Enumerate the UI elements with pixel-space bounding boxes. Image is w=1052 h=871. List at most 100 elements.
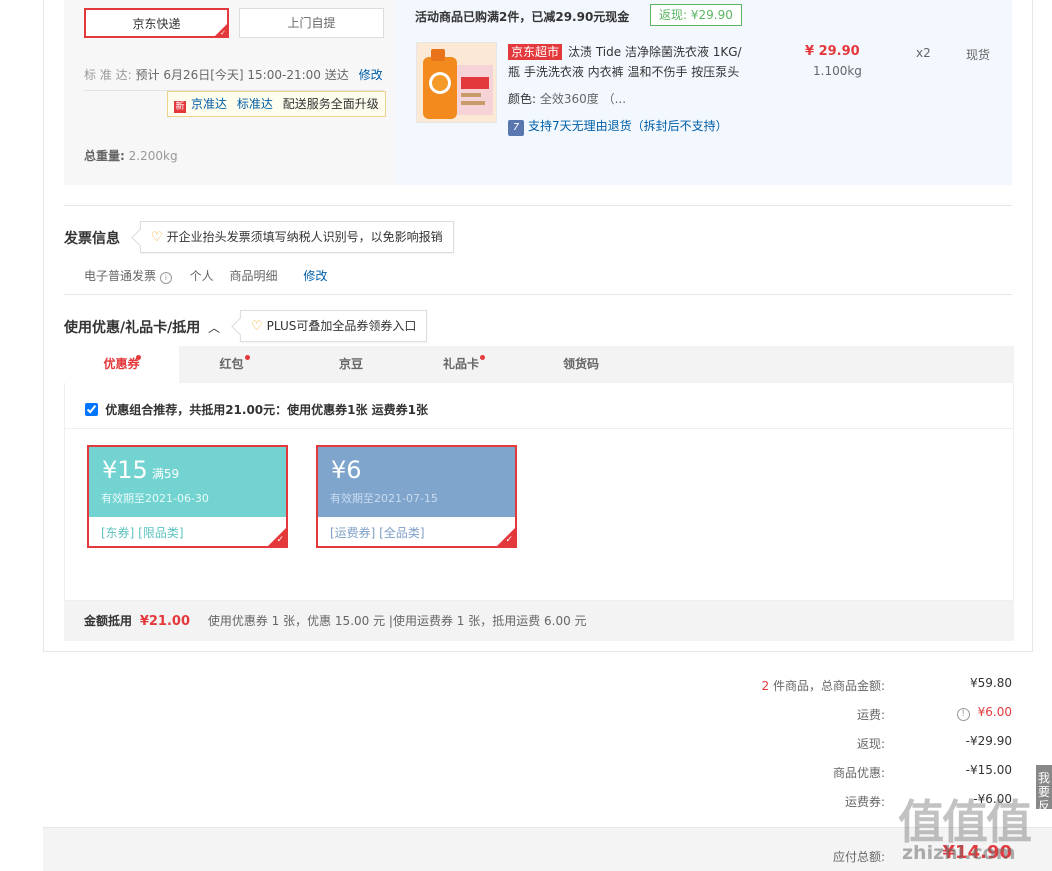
- coupon-valid: 有效期至2021-07-15: [330, 492, 438, 505]
- feedback-tab[interactable]: 我要反馈: [1036, 765, 1052, 827]
- tab-coupon[interactable]: 优惠券: [64, 346, 179, 383]
- store-tag: 京东超市: [508, 44, 563, 60]
- new-badge-icon: 新: [174, 101, 186, 113]
- coupon-amount-row: ¥15 满59: [102, 456, 179, 484]
- coupon-tags: [运费券] [全品类]: [330, 526, 425, 540]
- tab-gift-card[interactable]: 礼品卡: [406, 346, 516, 383]
- divider: [64, 294, 1012, 295]
- product-title-line1: 汰渍 Tide 洁净除菌洗衣液 1KG/: [568, 45, 742, 59]
- goods-count: 2: [761, 679, 770, 693]
- weight-value: 2.200kg: [128, 149, 178, 163]
- goods-amount: ¥59.80: [970, 676, 1012, 690]
- return-policy-text: 支持7天无理由退货（拆封后不支持）: [528, 119, 728, 133]
- plus-tip-text: PLUS可叠加全品券领券入口: [266, 319, 417, 333]
- info-icon[interactable]: !: [956, 708, 970, 721]
- coupon-condition: 满59: [151, 467, 180, 481]
- coupon-face: ¥15 满59 有效期至2021-06-30: [89, 447, 286, 517]
- tab-redeem-code[interactable]: 领货码: [526, 346, 636, 383]
- divider: [65, 428, 1013, 429]
- invoice-content: 商品明细: [229, 269, 278, 283]
- summary-label: 金额抵用: [84, 614, 133, 628]
- coupon-card[interactable]: ¥6 有效期至2021-07-15 [运费券] [全品类] ✓: [316, 445, 517, 548]
- new-dot: [245, 355, 250, 360]
- discount-tabs: 优惠券 红包 京豆 礼品卡 领货码: [64, 346, 1014, 383]
- tab-label: 优惠券: [103, 357, 140, 371]
- freight-coupon-label: 运费券:: [844, 795, 885, 809]
- discount-title[interactable]: 使用优惠/礼品卡/抵用 ︿: [64, 317, 220, 337]
- combo-text: 优惠组合推荐，共抵用21.00元：使用优惠券1张 运费券1张: [105, 403, 429, 417]
- freight-label: 运费:: [856, 708, 885, 722]
- discount-summary: 金额抵用 ¥21.00 使用优惠券 1 张，优惠 15.00 元 |使用运费券 …: [64, 601, 1014, 641]
- product-image-art: [417, 43, 496, 122]
- discount-title-text: 使用优惠/礼品卡/抵用: [64, 320, 201, 336]
- delivery-time-row: 标 准 达: 预计 6月26日[今天] 15:00-21:00 送达 修改: [84, 66, 383, 83]
- plus-tip[interactable]: ♡ PLUS可叠加全品券领券入口: [240, 310, 428, 342]
- promo-text: 活动商品已购满2件，已减29.90元现金: [415, 10, 630, 24]
- return-policy[interactable]: 7 支持7天无理由退货（拆封后不支持）: [508, 117, 728, 136]
- combo-checkbox[interactable]: [85, 403, 98, 416]
- product-color-label: 颜色:: [508, 92, 537, 106]
- invoice-tip-text: 开企业抬头发票须填写纳税人识别号，以免影响报销: [166, 230, 443, 244]
- delivery-type-label: 标 准 达:: [84, 68, 132, 82]
- info-icon[interactable]: i: [159, 272, 172, 284]
- summary-amount: ¥21.00: [139, 614, 191, 629]
- tab-jingdou[interactable]: 京豆: [296, 346, 406, 383]
- product-qty: x2: [916, 46, 931, 60]
- coupon-face: ¥6 有效期至2021-07-15: [318, 447, 515, 517]
- invoice-modify-link[interactable]: 修改: [303, 269, 327, 283]
- product-color-row: 颜色: 全效360度 （...: [508, 90, 626, 107]
- product-title-line2: 瓶 手洗洗衣液 内衣裤 温和不伤手 按压泵头: [508, 65, 740, 79]
- divider: [64, 205, 1012, 206]
- bulb-icon: ♡: [251, 319, 263, 334]
- shipping-option-pickup[interactable]: 上门自提: [239, 8, 384, 38]
- delivery-time: 预计 6月26日[今天] 15:00-21:00 送达: [135, 68, 349, 82]
- cashback-tag: 返现: ¥29.90: [650, 4, 742, 26]
- product-image[interactable]: [416, 42, 497, 123]
- tab-label: 红包: [219, 357, 244, 371]
- tab-label: 礼品卡: [442, 357, 479, 371]
- new-dot: [136, 355, 141, 360]
- weight-label: 总重量:: [84, 149, 125, 163]
- weight-row: 总重量: 2.200kg: [84, 147, 178, 164]
- goods-count-label: 2 件商品，总商品金额:: [761, 677, 885, 694]
- bulb-icon: ♡: [151, 230, 163, 245]
- coupon-tags: [东券] [限品类]: [101, 526, 184, 540]
- new-dot: [480, 355, 485, 360]
- product-title[interactable]: 京东超市 汰渍 Tide 洁净除菌洗衣液 1KG/瓶 手洗洗衣液 内衣裤 温和不伤…: [508, 42, 748, 82]
- bzd-link[interactable]: 标准达: [237, 97, 273, 111]
- goods-count-text: 件商品，总商品金额:: [772, 679, 885, 693]
- invoice-title: 发票信息: [64, 231, 120, 247]
- combo-row: 优惠组合推荐，共抵用21.00元：使用优惠券1张 运费券1张: [85, 401, 428, 418]
- delivery-modify-link[interactable]: 修改: [359, 68, 383, 82]
- goods-panel: 活动商品已购满2件，已减29.90元现金 返现: ¥29.90 京东超市 汰渍 T…: [396, 0, 1012, 185]
- summary-detail: 使用优惠券 1 张，优惠 15.00 元 |使用运费券 1 张，抵用运费 6.0…: [207, 614, 587, 628]
- cashback-label: 返现:: [856, 737, 885, 751]
- freight-value-row: ! ¥6.00: [956, 705, 1012, 721]
- shipping-option-pickup-label: 上门自提: [287, 16, 336, 30]
- coupon-valid: 有效期至2021-06-30: [101, 492, 209, 505]
- upgrade-text: 配送服务全面升级: [282, 97, 379, 111]
- discount-label: 商品优惠:: [832, 766, 885, 780]
- cashback-value: -¥29.90: [965, 734, 1012, 748]
- tab-label: 京豆: [338, 357, 363, 371]
- invoice-row: 电子普通发票 i 个人 商品明细 修改: [84, 267, 327, 284]
- invoice-tip: ♡ 开企业抬头发票须填写纳税人识别号，以免影响报销: [140, 221, 454, 253]
- product-stock: 现货: [966, 48, 991, 62]
- watermark-url: zhizhi.com: [902, 842, 1016, 864]
- coupon-amount: ¥6: [331, 456, 362, 484]
- shipping-option-jd-express[interactable]: 京东快递: [84, 8, 229, 39]
- coupon-card[interactable]: ¥15 满59 有效期至2021-06-30 [东券] [限品类] ✓: [87, 445, 288, 548]
- coupon-amount: ¥15: [102, 456, 148, 484]
- chevron-up-icon[interactable]: ︿: [208, 321, 220, 335]
- product-weight: 1.100kg: [813, 64, 862, 78]
- jzd-link[interactable]: 京准达: [191, 97, 227, 111]
- coupon-amount-row: ¥6: [331, 456, 366, 484]
- return-7day-icon: 7: [508, 120, 524, 136]
- product-color-value: 全效360度 （...: [539, 92, 627, 106]
- product-price: ¥ 29.90: [805, 44, 860, 59]
- check-icon: ✓: [276, 535, 284, 545]
- discount-value: -¥15.00: [965, 763, 1012, 777]
- coupon-area: 优惠组合推荐，共抵用21.00元：使用优惠券1张 运费券1张 ¥15 满59 有效…: [64, 383, 1014, 601]
- tab-red-packet[interactable]: 红包: [179, 346, 284, 383]
- shipping-panel: 京东快递 上门自提 标 准 达: 预计 6月26日[今天] 15:00-21:0…: [64, 0, 396, 185]
